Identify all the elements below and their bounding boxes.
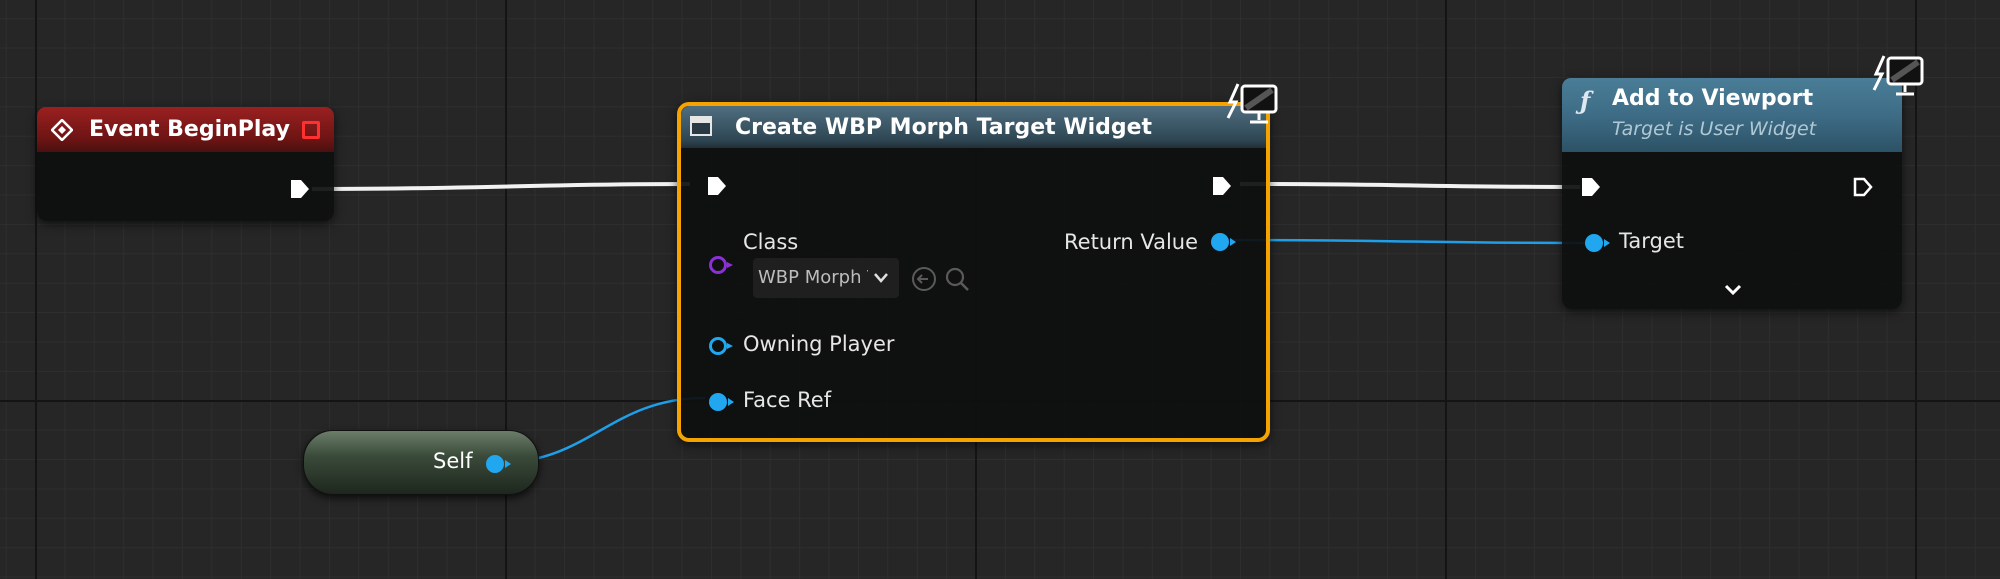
exec-out-pin[interactable] (1211, 175, 1233, 197)
stop-square-icon (302, 121, 320, 139)
class-dropdown-value: WBP Morph Targ (758, 267, 868, 288)
exec-out-pin[interactable] (1852, 176, 1874, 198)
function-icon: ƒ (1580, 86, 1591, 115)
exec-wire-beginplay-to-create (311, 182, 691, 191)
self-out-pin[interactable] (486, 455, 511, 473)
data-wire-return-to-target (1227, 238, 1586, 245)
add-to-viewport-subtitle: Target is User Widget (1612, 118, 1817, 140)
self-label: Self (433, 449, 473, 473)
event-beginplay-node[interactable]: Event BeginPlay (37, 107, 334, 221)
class-pin[interactable] (709, 256, 733, 274)
chevron-down-icon[interactable] (1724, 284, 1742, 296)
owning-player-pin[interactable] (709, 337, 733, 355)
return-value-pin[interactable] (1211, 233, 1236, 251)
widget-icon (690, 116, 712, 136)
monitor-icon (1226, 83, 1278, 124)
exec-in-pin[interactable] (1580, 176, 1602, 198)
face-ref-label: Face Ref (743, 388, 832, 412)
event-beginplay-title: Event BeginPlay (89, 117, 290, 142)
return-value-label: Return Value (1064, 230, 1199, 254)
chevron-down-icon (874, 273, 888, 283)
target-pin[interactable] (1585, 234, 1610, 252)
add-to-viewport-title: Add to Viewport (1612, 86, 1814, 111)
monitor-icon (1872, 55, 1924, 96)
event-diamond-icon (51, 119, 73, 141)
arrow-back-icon[interactable] (911, 266, 937, 292)
exec-wire-create-to-viewport (1239, 182, 1581, 189)
self-node[interactable]: Self (303, 430, 539, 495)
search-icon[interactable] (944, 266, 970, 292)
exec-in-pin[interactable] (706, 175, 728, 197)
add-to-viewport-header[interactable]: ƒ Add to Viewport Target is User Widget (1562, 78, 1902, 152)
create-widget-header[interactable]: Create WBP Morph Target Widget (681, 106, 1266, 148)
create-widget-node[interactable]: Create WBP Morph Target Widget Class WBP… (677, 102, 1270, 442)
event-beginplay-header[interactable]: Event BeginPlay (37, 107, 334, 152)
owning-player-label: Owning Player (743, 332, 895, 356)
class-dropdown[interactable]: WBP Morph Targ (753, 258, 899, 298)
target-label: Target (1619, 229, 1684, 253)
create-widget-title: Create WBP Morph Target Widget (735, 115, 1153, 140)
face-ref-pin[interactable] (709, 393, 734, 411)
exec-out-pin[interactable] (289, 178, 311, 200)
add-to-viewport-node[interactable]: ƒ Add to Viewport Target is User Widget … (1562, 78, 1902, 309)
class-label: Class (743, 230, 799, 254)
